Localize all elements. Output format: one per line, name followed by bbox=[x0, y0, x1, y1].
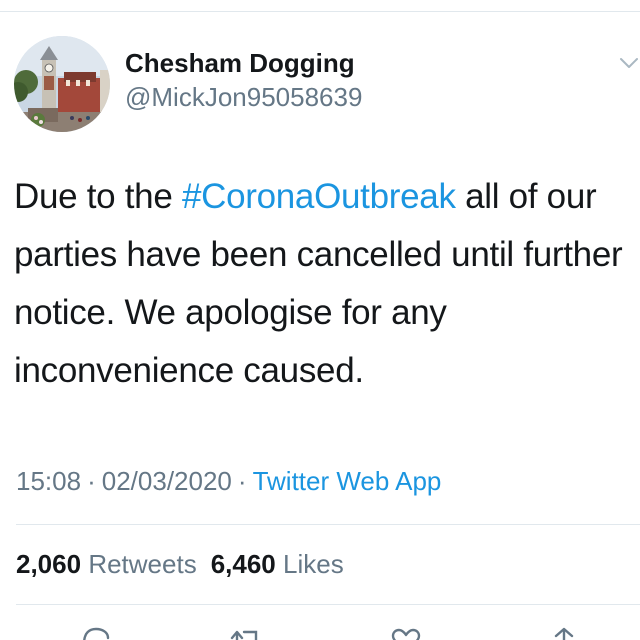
tweet-stats: 2,060 Retweets 6,460 Likes bbox=[16, 549, 344, 580]
share-icon[interactable] bbox=[546, 624, 582, 640]
avatar[interactable] bbox=[14, 36, 110, 132]
likes-count: 6,460 bbox=[210, 549, 276, 579]
likes-label: Likes bbox=[283, 549, 344, 579]
stats-divider-top bbox=[16, 524, 640, 525]
stats-divider-bottom bbox=[16, 604, 640, 605]
tweet-time[interactable]: 15:08 bbox=[16, 466, 81, 496]
tweet-source-link[interactable]: Twitter Web App bbox=[253, 466, 442, 496]
meta-separator: · bbox=[237, 466, 247, 496]
user-handle[interactable]: @MickJon95058639 bbox=[125, 82, 362, 113]
hashtag-link[interactable]: #CoronaOutbreak bbox=[182, 177, 456, 216]
heart-icon[interactable] bbox=[388, 624, 424, 640]
reply-icon[interactable] bbox=[78, 624, 114, 640]
meta-separator: · bbox=[87, 466, 96, 496]
likes-stat[interactable]: 6,460 Likes bbox=[211, 549, 344, 579]
tweet-text-part: Due to the bbox=[14, 177, 182, 216]
retweets-stat[interactable]: 2,060 Retweets bbox=[16, 549, 197, 579]
retweet-icon[interactable] bbox=[228, 624, 264, 640]
retweets-count: 2,060 bbox=[16, 549, 82, 579]
tweet-meta: 15:08 · 02/03/2020 · Twitter Web App bbox=[16, 466, 441, 497]
retweets-label: Retweets bbox=[88, 549, 197, 579]
top-divider bbox=[0, 11, 640, 12]
tweet-text: Due to the #CoronaOutbreak all of our pa… bbox=[14, 168, 640, 400]
avatar-image bbox=[14, 36, 110, 132]
chevron-down-icon[interactable] bbox=[618, 55, 640, 71]
display-name[interactable]: Chesham Dogging bbox=[125, 48, 355, 79]
tweet-date[interactable]: 02/03/2020 bbox=[102, 466, 232, 496]
